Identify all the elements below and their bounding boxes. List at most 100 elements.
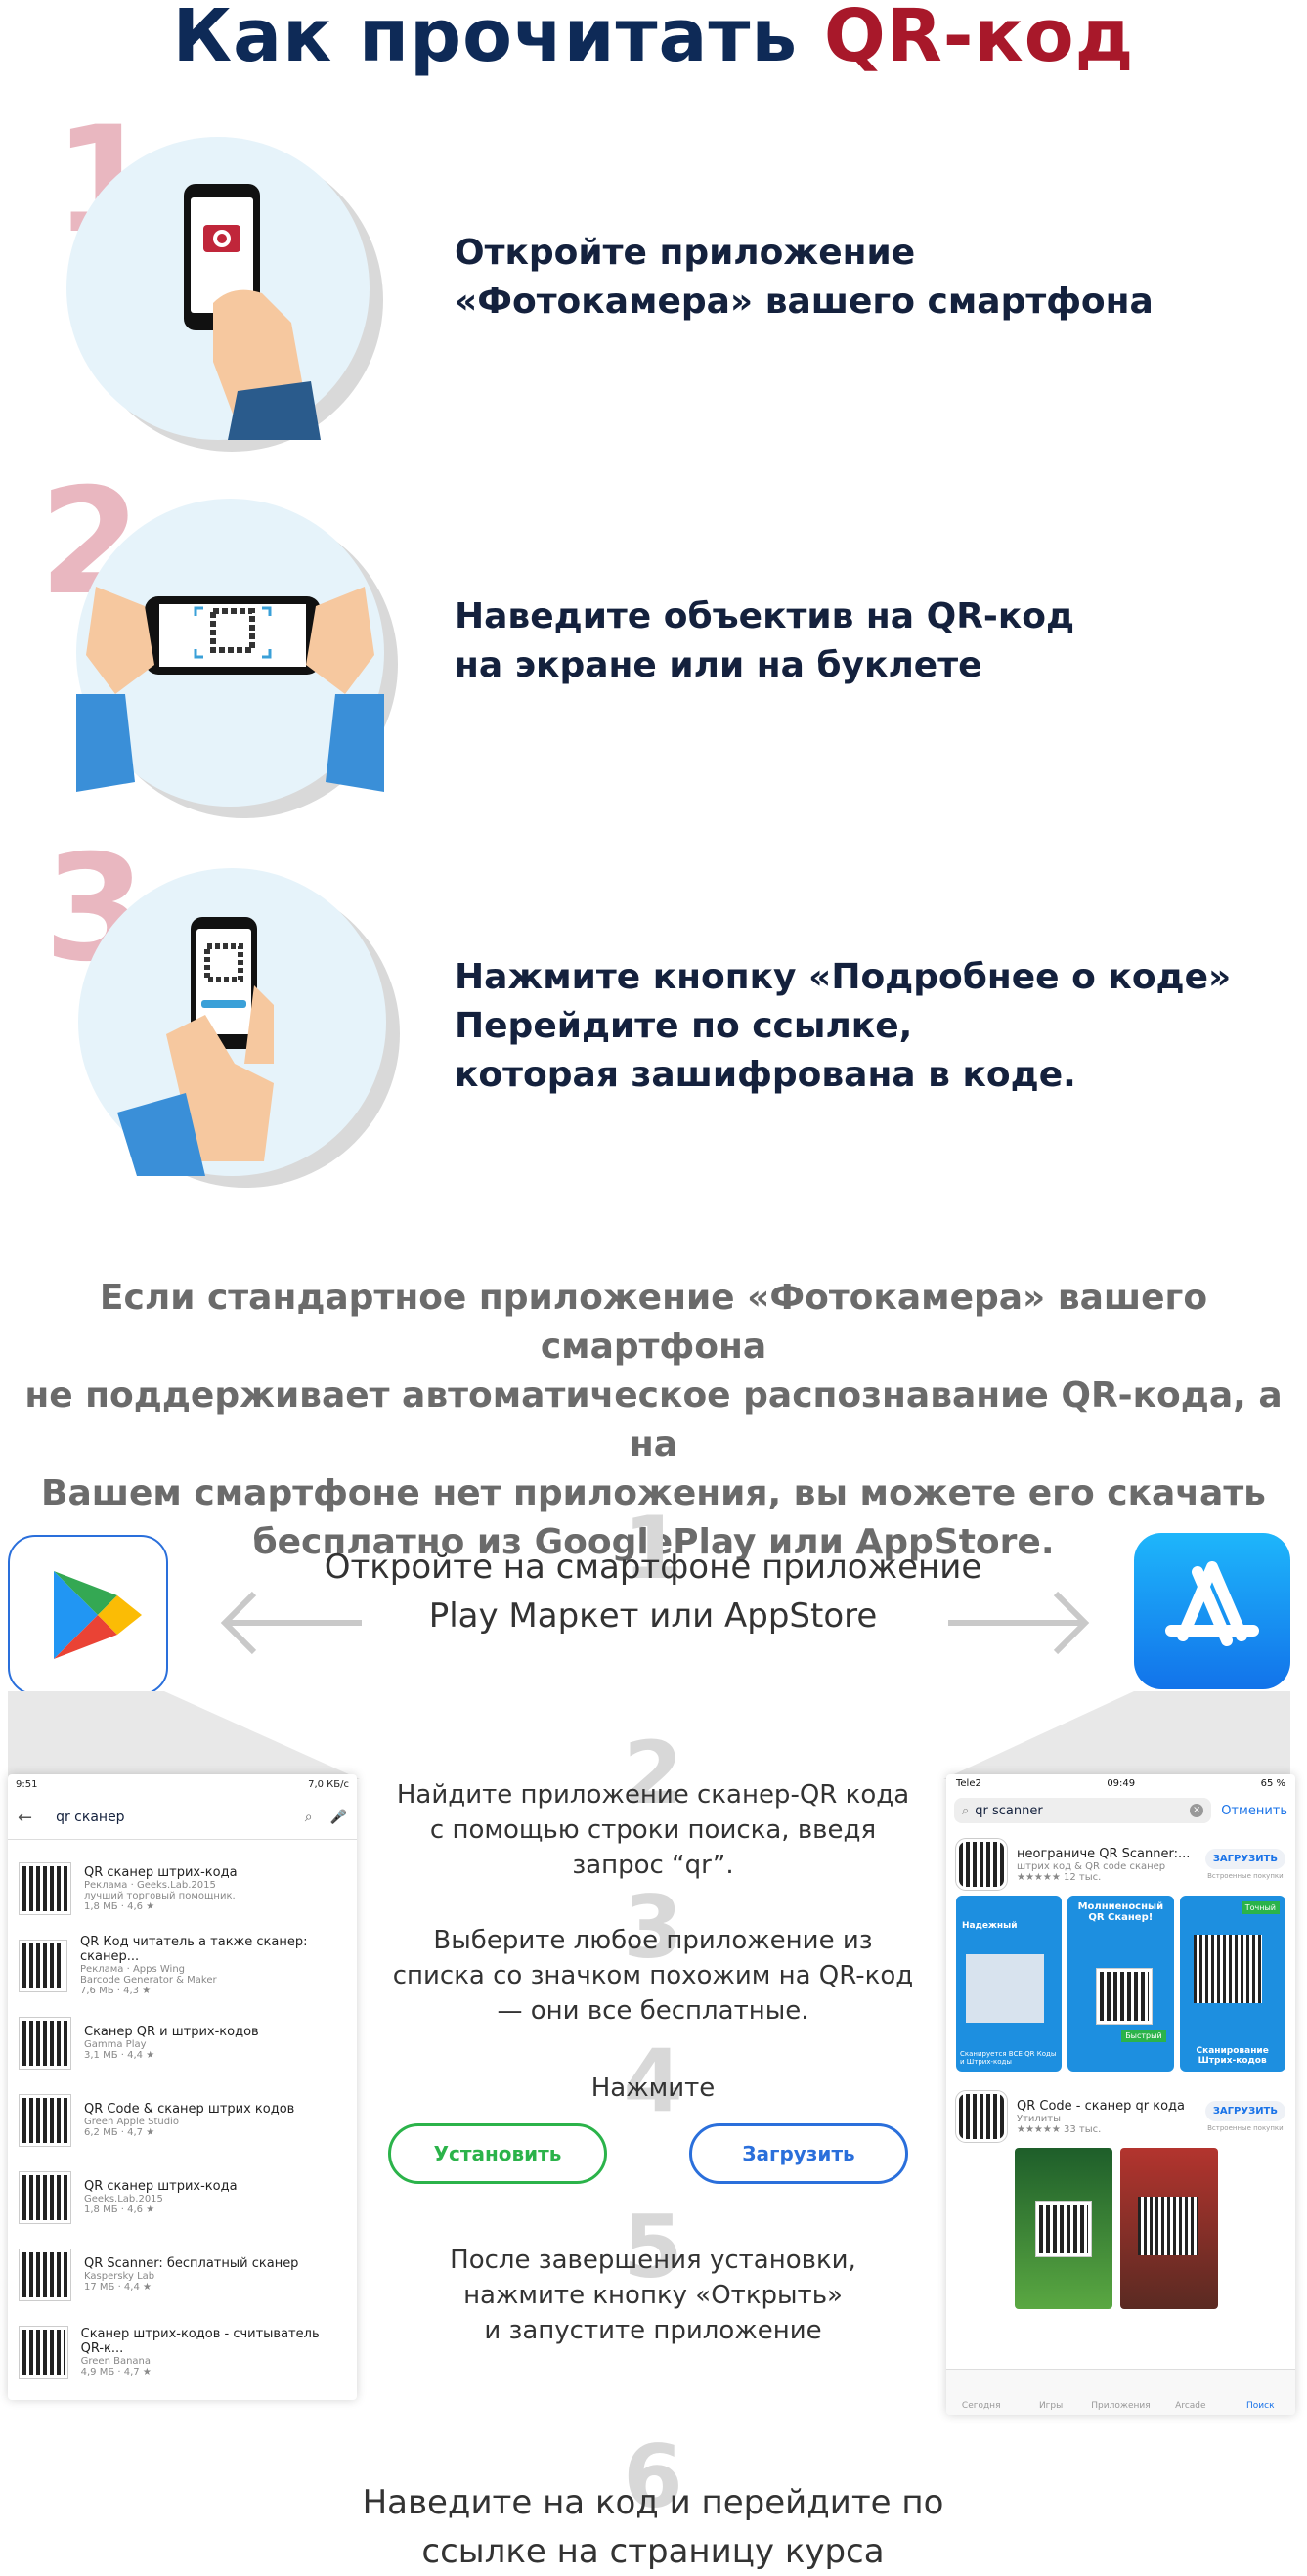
android-cone bbox=[8, 1691, 360, 1779]
shot-1-title: Надежный bbox=[962, 1921, 1018, 1931]
qr-app-icon bbox=[20, 2326, 67, 2378]
android-item-meta: 1,8 МБ · 4,6 ★ bbox=[84, 1900, 155, 1912]
clear-icon[interactable]: × bbox=[1190, 1804, 1204, 1817]
step-3-illustration bbox=[78, 868, 386, 1176]
hands-phone-qr-icon bbox=[76, 587, 384, 792]
ios-app-1-get-button[interactable]: ЗАГРУЗИТЬ bbox=[1204, 1849, 1285, 1869]
ios-status-bar: Tele2 09:49 65 % bbox=[946, 1774, 1295, 1794]
qr-app-icon bbox=[20, 2249, 70, 2300]
list-item[interactable]: Сканер штрих-кодов - считыватель QR-к...… bbox=[8, 2323, 357, 2380]
android-result-list: QR сканер штрих-кода Реклама · Geeks.Lab.… bbox=[8, 1859, 357, 2380]
ios-app-2-rating-count: 33 тыс. bbox=[1064, 2123, 1102, 2135]
android-item-name: QR сканер штрих-кода bbox=[84, 1864, 238, 1880]
ios-search-input[interactable]: ⌕ qr scanner × bbox=[954, 1798, 1212, 1823]
list-item[interactable]: QR Code & сканер штрих кодов Green Apple … bbox=[8, 2091, 357, 2149]
qr-app-icon bbox=[20, 2094, 70, 2146]
title-qr-text: QR-код bbox=[823, 0, 1135, 78]
finger-tap-phone-icon bbox=[117, 917, 274, 1176]
guide-step-4-text: Нажмите bbox=[590, 2074, 716, 2103]
android-item-name: Сканер QR и штрих-кодов bbox=[84, 2025, 259, 2039]
download-button[interactable]: Загрузить bbox=[689, 2123, 908, 2184]
ios-battery: 65 % bbox=[1260, 1778, 1285, 1789]
shot-4-qr bbox=[1036, 2202, 1091, 2256]
back-arrow-icon[interactable]: ← bbox=[18, 1808, 32, 1828]
android-item-dev: Gamma Play bbox=[84, 2039, 147, 2050]
qr-app-icon bbox=[956, 1839, 1007, 1890]
ios-screenshot: Tele2 09:49 65 % ⌕ qr scanner × Отменить… bbox=[946, 1774, 1295, 2415]
shot-1-caption: Сканируется ВСЕ QR Коды и Штрих-коды bbox=[960, 2050, 1057, 2066]
android-item-name: QR Код читатель а также сканер: сканер..… bbox=[80, 1935, 308, 1964]
tab-apps[interactable]: Приложения bbox=[1086, 2401, 1155, 2411]
qr-app-icon bbox=[20, 1862, 70, 1914]
android-time: 9:51 bbox=[16, 1779, 38, 1790]
android-item-desc: Barcode Generator & Maker bbox=[80, 1975, 217, 1986]
shot-3-caption: Точный bbox=[1241, 1901, 1280, 1914]
shot-1-image bbox=[966, 1954, 1044, 2023]
android-item-dev: Green Banana bbox=[80, 2355, 152, 2367]
android-screenshot: 9:51 7,0 КБ/с ← qr сканер ⌕ 🎤 QR сканер … bbox=[8, 1774, 357, 2400]
ios-tab-bar: Сегодня Игры Приложения Arcade Поиск bbox=[946, 2369, 1295, 2415]
ios-app-2-screenshots bbox=[946, 2148, 1295, 2309]
android-item-name: QR Scanner: бесплатный сканер bbox=[84, 2256, 299, 2271]
shot-2-title: Молниеносный QR Сканер! bbox=[1077, 1901, 1164, 1923]
screenshot-2: Молниеносный QR Сканер! Быстрый bbox=[1067, 1896, 1174, 2072]
shot-3-title: Сканирование Штрих-кодов bbox=[1196, 2046, 1269, 2066]
google-play-icon[interactable] bbox=[8, 1535, 168, 1695]
shot-3-barcode bbox=[1193, 1935, 1262, 2003]
step-3-text: Нажмите кнопку «Подробнее о коде» Перейд… bbox=[455, 957, 1232, 1095]
android-item-meta: 1,8 МБ · 4,6 ★ bbox=[84, 2205, 155, 2215]
ios-cancel-button[interactable]: Отменить bbox=[1221, 1804, 1287, 1818]
ios-carrier: Tele2 bbox=[956, 1778, 981, 1789]
step-2-illustration bbox=[76, 499, 384, 807]
android-search-query[interactable]: qr сканер bbox=[56, 1810, 305, 1825]
list-item[interactable]: QR сканер штрих-кода Реклама · Geeks.Lab.… bbox=[8, 1859, 357, 1917]
ios-app-2-subtitle: Утилиты bbox=[1017, 2113, 1062, 2124]
android-item-name: QR сканер штрих-кода bbox=[84, 2179, 238, 2194]
hand-phone-camera-icon bbox=[184, 184, 321, 440]
ios-cone bbox=[943, 1691, 1290, 1779]
android-item-meta: 4,9 МБ · 4,7 ★ bbox=[80, 2366, 152, 2378]
ios-app-1-rating: ★★★★★ 12 тыс. bbox=[1017, 1871, 1102, 1883]
step-2-text: Наведите объектив на QR-код на экране ил… bbox=[455, 596, 1075, 685]
ios-time: 09:49 bbox=[1107, 1778, 1136, 1789]
list-item[interactable]: QR сканер штрих-кода Geeks.Lab.2015 1,8 МБ… bbox=[8, 2168, 357, 2226]
android-search-bar[interactable]: ← qr сканер ⌕ 🎤 bbox=[8, 1796, 357, 1840]
android-item-meta: 3,1 МБ · 4,4 ★ bbox=[84, 2050, 155, 2061]
shot-2-qr bbox=[1097, 1969, 1153, 2024]
list-item[interactable]: QR Код читатель а также сканер: сканер..… bbox=[8, 1935, 357, 1996]
guide-step-5-text: После завершения установки, нажмите кноп… bbox=[450, 2246, 856, 2345]
ios-search-row: ⌕ qr scanner × Отменить bbox=[946, 1794, 1295, 1827]
list-item[interactable]: Сканер QR и штрих-кодов Gamma Play 3,1 МБ … bbox=[8, 2014, 357, 2072]
ios-app-1-iap: Встроенные покупки bbox=[1207, 1872, 1284, 1880]
ios-app-2-get-button[interactable]: ЗАГРУЗИТЬ bbox=[1204, 2101, 1285, 2121]
screenshot-5 bbox=[1120, 2148, 1218, 2309]
ios-app-1[interactable]: неограниче QR Scanner:... штрих код & QR… bbox=[946, 1827, 1295, 1896]
step-1-illustration bbox=[66, 137, 370, 440]
list-item[interactable]: QR Scanner: бесплатный сканер Kaspersky L… bbox=[8, 2246, 357, 2303]
tab-arcade[interactable]: Arcade bbox=[1155, 2401, 1225, 2411]
guide-step-3-text: Выберите любое приложение из списка со з… bbox=[392, 1926, 914, 2026]
android-net-speed: 7,0 КБ/с bbox=[308, 1779, 349, 1790]
android-item-meta: 17 МБ · 4,4 ★ bbox=[84, 2282, 152, 2292]
title-text: Как прочитать bbox=[172, 0, 824, 78]
install-button[interactable]: Установить bbox=[388, 2123, 607, 2184]
android-item-dev: Kaspersky Lab bbox=[84, 2271, 155, 2282]
search-icon: ⌕ bbox=[962, 1803, 970, 1818]
tab-today[interactable]: Сегодня bbox=[946, 2401, 1016, 2411]
page-title: Как прочитать QR-код bbox=[0, 0, 1307, 78]
ios-app-2-rating: ★★★★★ 33 тыс. bbox=[1017, 2123, 1102, 2135]
ios-app-2[interactable]: QR Code - сканер qr кода Утилиты ★★★★★ 3… bbox=[946, 2072, 1295, 2148]
app-store-icon[interactable] bbox=[1134, 1533, 1290, 1689]
screenshot-1: Надежный Сканируется ВСЕ QR Коды и Штрих… bbox=[956, 1896, 1063, 2072]
android-item-meta: 6,2 МБ · 4,7 ★ bbox=[84, 2127, 155, 2138]
mic-icon[interactable]: 🎤 bbox=[330, 1810, 347, 1825]
search-icon[interactable]: ⌕ bbox=[305, 1810, 313, 1825]
qr-app-icon bbox=[956, 2091, 1007, 2142]
tab-search[interactable]: Поиск bbox=[1226, 2401, 1295, 2411]
android-item-dev: Geeks.Lab.2015 bbox=[84, 2194, 163, 2205]
android-item-desc: лучший торговый помощник. bbox=[84, 1890, 236, 1901]
android-item-dev: Реклама · Apps Wing bbox=[80, 1964, 186, 1975]
ios-app-2-iap: Встроенные покупки bbox=[1207, 2124, 1284, 2132]
ios-app-1-name: неограниче QR Scanner:... bbox=[1017, 1846, 1191, 1861]
tab-games[interactable]: Игры bbox=[1016, 2401, 1085, 2411]
